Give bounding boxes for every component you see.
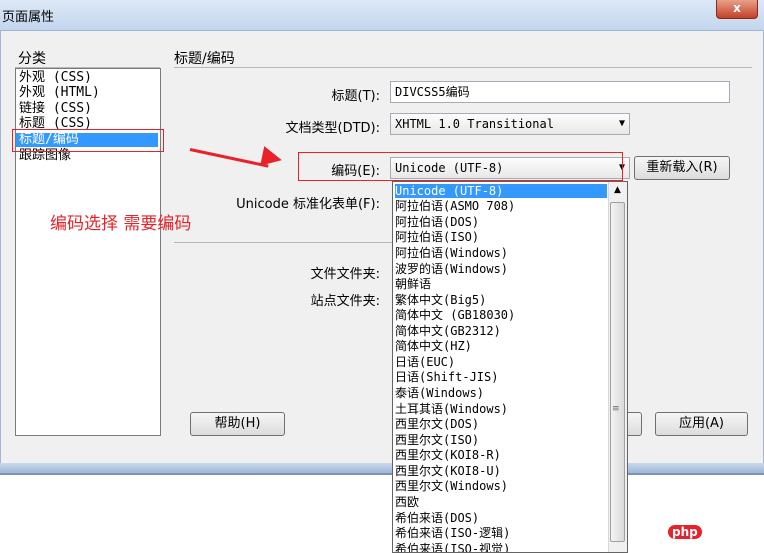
encoding-option[interactable]: 简体中文 (GB18030)	[395, 308, 607, 322]
scroll-up-arrow-icon[interactable]: ▲	[609, 182, 626, 199]
encoding-option[interactable]: 希伯来语(ISO-逻辑)	[395, 526, 607, 540]
encoding-option[interactable]: 西里尔文(ISO)	[395, 433, 607, 447]
watermark-text: 中文网	[703, 524, 746, 540]
encoding-option[interactable]: 西里尔文(KOI8-U)	[395, 464, 607, 478]
encoding-dropdown-list[interactable]: Unicode (UTF-8) 阿拉伯语(ASMO 708) 阿拉伯语(DOS)…	[392, 181, 628, 553]
close-button[interactable]: x	[716, 0, 758, 19]
encoding-option[interactable]: 朝鲜语	[395, 277, 607, 291]
help-button[interactable]: 帮助(H)	[190, 412, 285, 436]
panel-divider	[174, 242, 394, 243]
dtd-label: 文档类型(DTD):	[285, 121, 381, 136]
annotation-text: 编码选择 需要编码	[50, 214, 192, 234]
encoding-option[interactable]: 阿拉伯语(DOS)	[395, 215, 607, 229]
encoding-option[interactable]: 繁体中文(Big5)	[395, 293, 607, 307]
encoding-option[interactable]: Unicode (UTF-8)	[395, 184, 607, 198]
encoding-option[interactable]: 简体中文(GB2312)	[395, 324, 607, 338]
encoding-option[interactable]: 日语(EUC)	[395, 355, 607, 369]
normalization-label: Unicode 标准化表单(F):	[236, 197, 380, 212]
category-header: 分类	[18, 51, 46, 67]
encoding-option[interactable]: 阿拉伯语(Windows)	[395, 246, 607, 260]
php-logo: php	[668, 525, 702, 539]
category-item-links-css[interactable]: 链接 (CSS)	[19, 102, 92, 116]
title-bar: 页面属性 x	[0, 0, 764, 31]
apply-button[interactable]: 应用(A)	[655, 412, 748, 436]
dropdown-scrollbar[interactable]: ▲ ≡	[608, 182, 627, 552]
panel-header-divider	[174, 67, 752, 68]
chevron-down-icon: ▼	[618, 118, 625, 129]
annotation-arrowhead	[260, 146, 284, 170]
window-title: 页面属性	[2, 10, 55, 25]
watermark: php 中文网	[668, 521, 746, 541]
dtd-select-value: XHTML 1.0 Transitional	[395, 117, 554, 131]
window-bottom-frame	[0, 463, 764, 473]
encoding-highlight-box	[298, 152, 623, 181]
encoding-option[interactable]: 西里尔文(Windows)	[395, 479, 607, 493]
encoding-option[interactable]: 希伯来语(DOS)	[395, 511, 607, 525]
category-item-appearance-html[interactable]: 外观 (HTML)	[19, 86, 100, 100]
category-highlight-box	[12, 129, 164, 152]
encoding-option[interactable]: 阿拉伯语(ISO)	[395, 230, 607, 244]
encoding-option[interactable]: 西欧	[395, 495, 607, 509]
encoding-option[interactable]: 泰语(Windows)	[395, 386, 607, 400]
reload-button[interactable]: 重新载入(R)	[634, 156, 730, 180]
encoding-option[interactable]: 阿拉伯语(ASMO 708)	[395, 199, 607, 213]
window-bottom-edge	[0, 473, 764, 475]
encoding-option[interactable]: 西里尔文(KOI8-R)	[395, 448, 607, 462]
scrollbar-grip-icon: ≡	[612, 404, 620, 414]
encoding-option[interactable]: 波罗的语(Windows)	[395, 262, 607, 276]
encoding-option[interactable]: 西里尔文(DOS)	[395, 417, 607, 431]
title-label: 标题(T):	[331, 89, 380, 104]
encoding-option[interactable]: 简体中文(HZ)	[395, 339, 607, 353]
doc-folder-label: 文件文件夹:	[310, 267, 380, 282]
category-item-appearance-css[interactable]: 外观 (CSS)	[19, 71, 92, 85]
site-folder-label: 站点文件夹:	[310, 294, 380, 309]
encoding-option[interactable]: 土耳其语(Windows)	[395, 402, 607, 416]
panel-header: 标题/编码	[174, 51, 235, 67]
encoding-option[interactable]: 希伯来语(ISO-视觉)	[395, 542, 607, 552]
scrollbar-thumb[interactable]	[610, 202, 625, 542]
title-input[interactable]: DIVCSS5编码	[390, 81, 730, 103]
dtd-select[interactable]: XHTML 1.0 Transitional ▼	[390, 113, 630, 135]
category-list[interactable]: 外观 (CSS) 外观 (HTML) 链接 (CSS) 标题 (CSS) 标题/…	[15, 68, 161, 436]
encoding-option[interactable]: 日语(Shift-JIS)	[395, 370, 607, 384]
